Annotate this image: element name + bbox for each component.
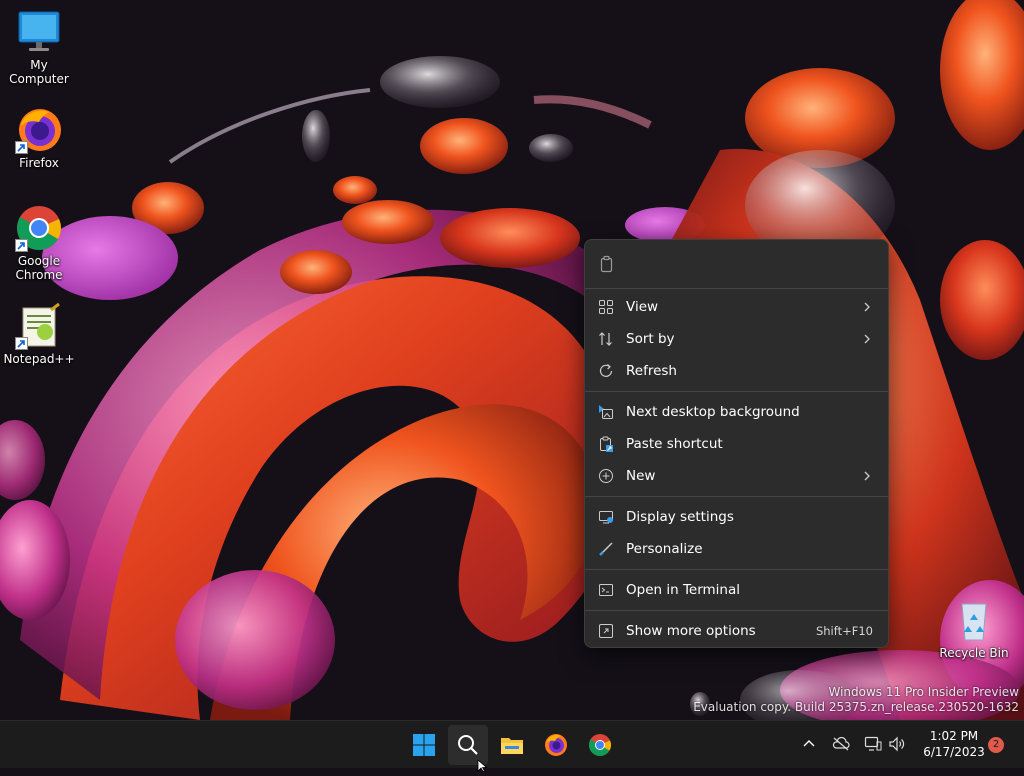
shortcut-arrow-icon: [15, 141, 28, 154]
desktop-icon-label: Recycle Bin: [939, 646, 1009, 660]
menu-item-next-desktop-background[interactable]: Next desktop background: [585, 396, 888, 428]
menu-item-label: Next desktop background: [626, 404, 800, 420]
firefox-icon: [15, 106, 63, 154]
watermark-line2: Evaluation copy. Build 25375.zn_release.…: [693, 700, 1019, 714]
shortcut-arrow-icon: [15, 337, 28, 350]
mouse-cursor-icon: [477, 757, 489, 776]
menu-item-label: Refresh: [626, 363, 677, 379]
notification-count-badge[interactable]: 2: [988, 737, 1004, 753]
context-menu-quick-actions: [585, 240, 888, 288]
menu-item-label: Open in Terminal: [626, 582, 740, 598]
menu-item-new[interactable]: New: [585, 460, 888, 492]
windows-evaluation-watermark: Windows 11 Pro Insider Preview Evaluatio…: [693, 685, 1019, 715]
desktop-icon-recycle-bin[interactable]: Recycle Bin: [936, 596, 1012, 660]
windows-logo-icon: [413, 734, 435, 756]
desktop-icon-label-line1: Google: [17, 254, 61, 268]
menu-item-refresh[interactable]: Refresh: [585, 355, 888, 387]
copy-icon[interactable]: [599, 255, 615, 277]
taskbar: 1:02 PM 6/17/2023 2: [0, 720, 1024, 768]
cloud-offline-icon[interactable]: [832, 736, 850, 756]
search-icon: [458, 735, 478, 755]
shortcut-arrow-icon: [15, 239, 28, 252]
keyboard-shortcut: Shift+F10: [815, 624, 873, 638]
folder-icon: [501, 738, 523, 754]
file-explorer-button[interactable]: [492, 725, 532, 765]
menu-item-label: Show more options: [626, 623, 756, 639]
menu-item-label: Personalize: [626, 541, 703, 557]
desktop-icon-label: Notepad++: [3, 352, 75, 366]
chevron-right-icon: [862, 299, 872, 319]
chrome-icon: [589, 734, 611, 756]
start-button[interactable]: [404, 725, 444, 765]
menu-item-sort-by[interactable]: Sort by: [585, 323, 888, 355]
clock-date: 6/17/2023: [923, 745, 985, 759]
menu-item-label: Paste shortcut: [626, 436, 723, 452]
notepadpp-icon: [15, 302, 63, 350]
desktop-icon-notepadpp[interactable]: Notepad++: [1, 302, 77, 366]
recycle-bin-icon: [950, 596, 998, 644]
next-background-icon: [598, 404, 616, 420]
watermark-line1: Windows 11 Pro Insider Preview: [828, 685, 1019, 699]
refresh-icon: [598, 363, 616, 379]
new-plus-icon: [598, 468, 616, 484]
chrome-taskbar-button[interactable]: [580, 725, 620, 765]
menu-item-label: View: [626, 299, 659, 315]
terminal-icon: [598, 582, 616, 598]
chrome-icon: [15, 204, 63, 252]
chevron-right-icon: [862, 468, 872, 488]
menu-item-display-settings[interactable]: Display settings: [585, 501, 888, 533]
menu-item-label: Display settings: [626, 509, 734, 525]
menu-item-open-in-terminal[interactable]: Open in Terminal: [585, 574, 888, 606]
show-hidden-icons-chevron-icon[interactable]: [802, 736, 816, 756]
clock-time: 1:02 PM: [929, 729, 979, 743]
desktop-icon-my-computer[interactable]: My Computer: [1, 8, 77, 86]
firefox-icon: [545, 734, 567, 756]
display-settings-icon: [598, 509, 616, 525]
desktop-icon-label: Firefox: [19, 156, 59, 170]
volume-icon[interactable]: [888, 736, 906, 756]
sort-arrows-icon: [598, 331, 616, 347]
taskbar-clock[interactable]: 1:02 PM 6/17/2023: [917, 728, 991, 760]
network-icon[interactable]: [864, 736, 882, 756]
menu-item-label: Sort by: [626, 331, 675, 347]
monitor-icon: [15, 8, 63, 56]
firefox-taskbar-button[interactable]: [536, 725, 576, 765]
grid-view-icon: [598, 299, 616, 315]
show-more-icon: [598, 623, 616, 639]
menu-item-show-more-options[interactable]: Show more options Shift+F10: [585, 615, 888, 647]
menu-item-view[interactable]: View: [585, 291, 888, 323]
desktop-icon-label: My Computer: [9, 58, 69, 86]
brush-icon: [598, 541, 616, 557]
desktop-context-menu: View Sort by Refresh Next desktop backgr…: [584, 239, 889, 648]
menu-item-label: New: [626, 468, 656, 484]
menu-item-personalize[interactable]: Personalize: [585, 533, 888, 565]
paste-shortcut-icon: [598, 436, 616, 452]
desktop-icon-chrome[interactable]: Google Chrome: [1, 204, 77, 282]
desktop-icon-label-line2: Chrome: [15, 268, 63, 282]
menu-item-paste-shortcut[interactable]: Paste shortcut: [585, 428, 888, 460]
chevron-right-icon: [862, 331, 872, 351]
desktop-icon-firefox[interactable]: Firefox: [1, 106, 77, 170]
